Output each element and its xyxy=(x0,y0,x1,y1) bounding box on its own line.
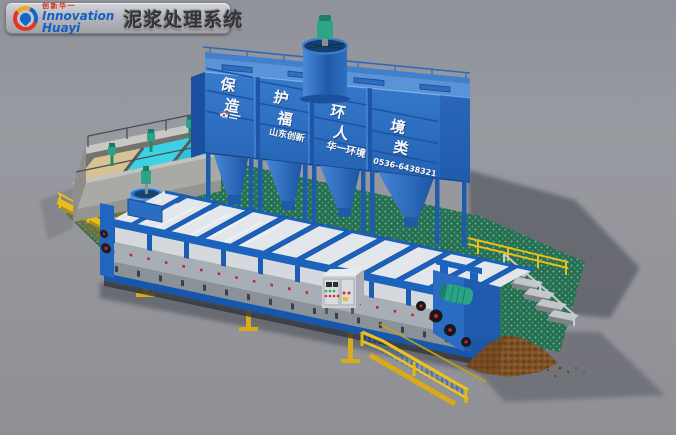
scene-canvas: 保 造 护 福 环 人 境 类 山东创新 华一环境 0536-6438321 xyxy=(0,0,676,435)
warning-sticker xyxy=(343,297,348,301)
logo-plate: 创新华一 Innovation Huayi 泥浆处理系统 xyxy=(6,3,230,34)
silo-char: 福 xyxy=(275,109,294,130)
mixing-tank xyxy=(300,15,350,104)
brand-name: 创新华一 Innovation Huayi xyxy=(42,3,114,34)
system-title: 泥浆处理系统 xyxy=(123,5,243,32)
brand-en-line2: Huayi xyxy=(42,22,114,34)
mixing-tank-flange xyxy=(300,95,350,104)
left-end-plate xyxy=(100,203,114,278)
silo-side-face xyxy=(191,72,205,158)
cabinet-display xyxy=(333,282,338,287)
silo-end-shade xyxy=(440,95,470,182)
cabinet-display xyxy=(326,282,332,287)
swirl-logo-icon xyxy=(13,6,38,31)
render-scene: 保 造 护 福 环 人 境 类 山东创新 华一环境 0536-6438321 xyxy=(0,0,676,435)
